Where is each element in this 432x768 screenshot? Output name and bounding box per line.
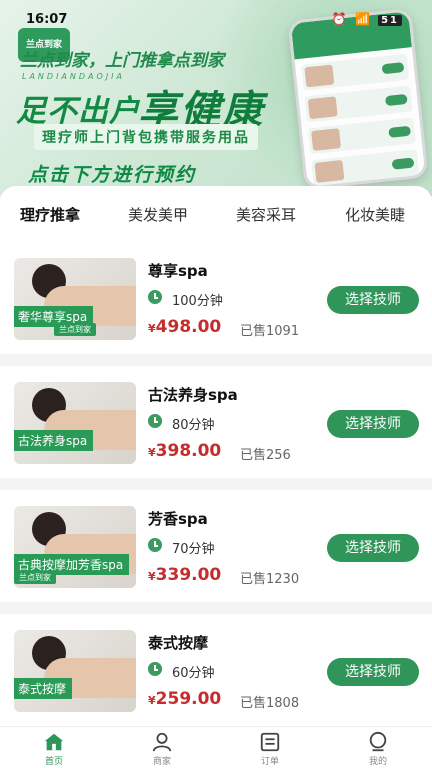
sold-count: 已售1808 [240,696,300,711]
clock-icon [148,414,162,428]
select-therapist-button[interactable]: 选择技师 [327,658,419,686]
banner-pinyin: LANDIANDAOJIA [22,72,126,81]
service-thumbnail: 奢华尊享spa 兰点到家 [14,258,136,340]
clock-icon [148,290,162,304]
service-thumbnail: 古法养身spa [14,382,136,464]
service-card[interactable]: 奢华尊享spa 兰点到家 尊享spa 100分钟 ¥498.00 已售1091 … [0,242,432,354]
select-therapist-button[interactable]: 选择技师 [327,534,419,562]
merchant-icon [152,732,172,752]
nav-home[interactable]: 首页 [24,731,84,767]
service-card[interactable]: 泰式按摩 泰式按摩 60分钟 ¥259.00 已售1808 选择技师 [0,614,432,726]
thumbnail-brand: 兰点到家 [54,323,96,336]
nav-label: 我的 [368,757,387,767]
banner-tip: 点击下方进行预约 [28,164,197,186]
thumbnail-brand: 兰点到家 [14,571,56,584]
service-duration: 70分钟 [172,542,215,557]
nav-label: 商家 [152,757,171,767]
tab-therapy-massage[interactable]: 理疗推拿 [20,204,80,225]
tab-hair-nails[interactable]: 美发美甲 [128,204,188,225]
phone-mockup-image [287,7,429,191]
service-duration: 60分钟 [172,666,215,681]
nav-profile[interactable]: 我的 [348,731,408,767]
home-icon [44,733,64,751]
clock-icon [148,662,162,676]
service-thumbnail: 古典按摩加芳香spa 兰点到家 [14,506,136,588]
category-tabs: 理疗推拿 美发美甲 美容采耳 化妆美睫 [0,186,432,242]
alarm-icon: ⏰ [331,12,349,26]
nav-label: 订单 [260,757,279,767]
tab-beauty-ear[interactable]: 美容采耳 [236,204,296,225]
service-title: 尊享spa [148,262,208,280]
select-therapist-button[interactable]: 选择技师 [327,410,419,438]
clock-icon [148,538,162,552]
service-card[interactable]: 古典按摩加芳香spa 兰点到家 芳香spa 70分钟 ¥339.00 已售123… [0,490,432,602]
service-price: ¥339.00 [148,565,222,585]
nav-label: 首页 [44,757,63,767]
order-icon [260,732,280,752]
nav-merchant[interactable]: 商家 [132,731,192,767]
status-time: 16:07 [26,12,68,27]
service-duration: 100分钟 [172,294,223,309]
service-price: ¥398.00 [148,441,222,461]
nav-orders[interactable]: 订单 [240,731,300,767]
service-thumbnail: 泰式按摩 [14,630,136,712]
thumbnail-tag: 古法养身spa [14,430,94,451]
service-title: 泰式按摩 [148,634,209,652]
tab-makeup-lashes[interactable]: 化妆美睫 [345,204,405,225]
service-title: 芳香spa [148,510,208,528]
service-card[interactable]: 古法养身spa 古法养身spa 80分钟 ¥398.00 已售256 选择技师 [0,366,432,478]
sold-count: 已售1091 [240,324,300,339]
service-price: ¥498.00 [148,317,222,337]
bottom-nav: 首页 商家 订单 我的 [0,726,432,768]
service-duration: 80分钟 [172,418,215,433]
banner-slogan: 兰点到家，上门推拿点到家 [20,51,224,71]
promo-banner[interactable]: 16:07 ⏰ 📶 51 兰点到家 兰点到家，上门推拿点到家 LANDIANDA… [0,0,432,196]
wifi-icon: 📶 [354,12,372,26]
sold-count: 已售1230 [240,572,300,587]
profile-icon [369,731,387,752]
status-icons: ⏰ 📶 51 [332,12,402,26]
service-price: ¥259.00 [148,689,222,709]
sold-count: 已售256 [240,448,291,463]
banner-subtitle: 理疗师上门背包携带服务用品 [34,124,258,150]
select-therapist-button[interactable]: 选择技师 [327,286,419,314]
service-title: 古法养身spa [148,386,238,404]
battery-icon: 51 [378,15,402,26]
thumbnail-tag: 泰式按摩 [14,678,73,699]
